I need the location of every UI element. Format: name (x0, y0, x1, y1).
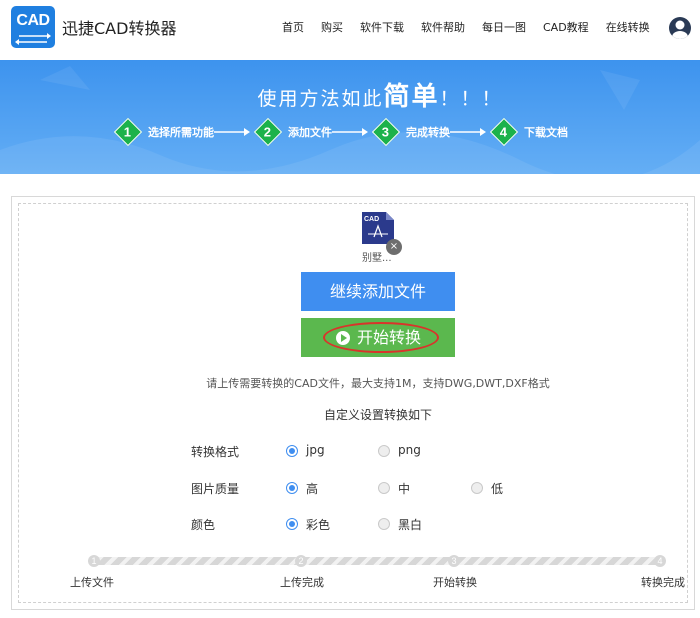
step-number-badge: 1 (113, 117, 143, 147)
radio-label: 黑白 (398, 518, 423, 532)
arrow-right-icon (450, 128, 486, 136)
logo-text: CAD (16, 12, 50, 29)
usage-banner: 使用方法如此简单！！！ 1 选择所需功能 2 添加文件 3 完成转换 4 下载文… (0, 60, 700, 174)
banner-title-suffix: ！！！ (439, 88, 503, 110)
brand-name[interactable]: 迅捷CAD转换器 (62, 15, 176, 39)
radio-label: 低 (491, 482, 504, 496)
step-label: 完成转换 (406, 126, 450, 139)
arrow-right-icon (214, 128, 250, 136)
radio-label: 高 (306, 482, 319, 496)
radio-quality-high[interactable] (286, 482, 298, 494)
nav-download[interactable]: 软件下载 (360, 19, 404, 35)
step-label: 添加文件 (288, 126, 332, 139)
radio-quality-low[interactable] (471, 482, 483, 494)
add-more-files-button[interactable]: 继续添加文件 (301, 272, 455, 311)
radio-label: jpg (306, 443, 325, 457)
banner-title: 使用方法如此简单！！！ (0, 76, 700, 113)
start-convert-label: 开始转换 (357, 328, 422, 347)
radio-label: 彩色 (306, 518, 331, 532)
option-row-format: 转换格式 jpg png (0, 442, 700, 460)
nav-daily-drawing[interactable]: 每日一图 (482, 19, 526, 35)
usage-step-1: 1 选择所需功能 (113, 117, 258, 147)
start-convert-button[interactable]: 开始转换 (301, 318, 455, 357)
upload-hint: 请上传需要转换的CAD文件，最大支持1M，支持DWG,DWT,DXF格式 (206, 377, 550, 390)
usage-step-4: 4 下载文档 (489, 117, 568, 147)
option-label: 图片质量 (191, 482, 240, 496)
progress-track (94, 557, 656, 565)
conversion-progress: 1 2 3 4 (88, 555, 666, 567)
nav-home[interactable]: 首页 (282, 19, 304, 35)
radio-format-png[interactable] (378, 445, 390, 457)
progress-step-dot: 4 (654, 555, 666, 567)
banner-title-emphasis: 简单 (383, 82, 440, 112)
app-logo[interactable]: CAD (11, 6, 55, 48)
convert-arrows-icon (15, 33, 51, 45)
option-label: 颜色 (191, 518, 216, 532)
progress-step-label: 上传完成 (280, 576, 324, 589)
option-label: 转换格式 (191, 445, 240, 459)
nav-online-convert[interactable]: 在线转换 (606, 19, 650, 35)
step-number-badge: 3 (371, 117, 401, 147)
step-label: 选择所需功能 (148, 126, 214, 139)
radio-color-color[interactable] (286, 518, 298, 530)
top-header: CAD 迅捷CAD转换器 首页 购买 软件下载 软件帮助 每日一图 CAD教程 … (0, 0, 700, 58)
radio-format-jpg[interactable] (286, 445, 298, 457)
progress-step-label: 开始转换 (433, 576, 477, 589)
nav-help[interactable]: 软件帮助 (421, 19, 465, 35)
arrow-right-icon (332, 128, 368, 136)
step-number-badge: 4 (489, 117, 519, 147)
progress-step-label: 上传文件 (70, 576, 114, 589)
banner-title-prefix: 使用方法如此 (257, 88, 384, 110)
progress-step-dot: 1 (88, 555, 100, 567)
step-number-badge: 2 (253, 117, 283, 147)
radio-label: png (398, 443, 421, 457)
step-label: 下载文档 (524, 126, 568, 139)
radio-quality-medium[interactable] (378, 482, 390, 494)
user-avatar[interactable] (669, 17, 691, 39)
settings-title: 自定义设置转换如下 (323, 408, 432, 422)
main-nav: 首页 购买 软件下载 软件帮助 每日一图 CAD教程 在线转换 (282, 19, 667, 35)
user-icon (672, 20, 688, 39)
usage-steps: 1 选择所需功能 2 添加文件 3 完成转换 4 下载文档 (113, 117, 568, 147)
progress-step-label: 转换完成 (641, 576, 685, 589)
usage-step-3: 3 完成转换 (371, 117, 494, 147)
radio-color-bw[interactable] (378, 518, 390, 530)
progress-step-dot: 2 (295, 555, 307, 567)
usage-step-2: 2 添加文件 (253, 117, 376, 147)
option-row-quality: 图片质量 高 中 低 (0, 479, 700, 497)
progress-step-dot: 3 (448, 555, 460, 567)
nav-buy[interactable]: 购买 (321, 19, 343, 35)
upload-dropzone[interactable] (18, 203, 688, 603)
nav-cad-tutorial[interactable]: CAD教程 (543, 19, 589, 35)
radio-label: 中 (398, 482, 411, 496)
option-row-color: 颜色 彩色 黑白 (0, 515, 700, 533)
svg-text:CAD: CAD (364, 216, 379, 223)
play-icon (336, 331, 350, 345)
file-name: 别墅... (362, 253, 392, 264)
